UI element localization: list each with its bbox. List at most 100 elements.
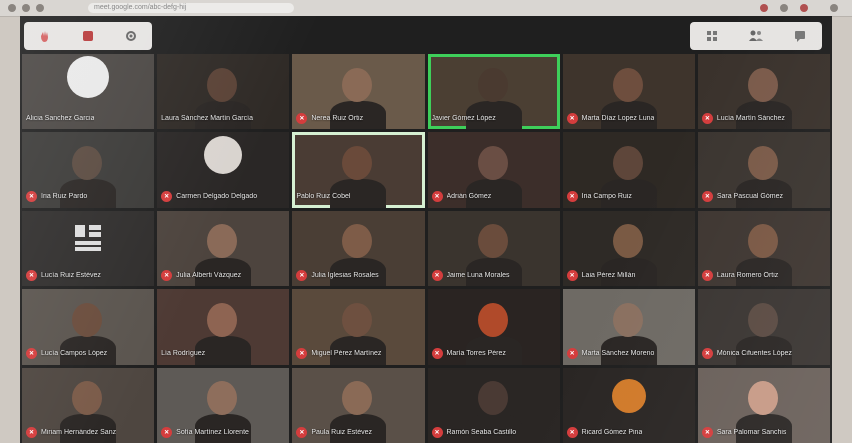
participant-tile[interactable]: ✕ Iria Ruiz Pardo [22,132,155,208]
participant-name: María Torres Pérez [446,350,506,358]
participant-face [747,224,778,259]
participant-face [72,145,103,180]
mic-muted-icon: ✕ [161,426,173,438]
participant-tile[interactable]: ✕ Sofía Martínez Llorente [157,367,290,443]
mic-muted-icon: ✕ [701,112,713,124]
participant-tile[interactable]: ✕ Laura Romero Ortiz [697,210,830,287]
participant-name-bar: ✕ Ramón Seaba Castillo [431,425,556,439]
reload-icon[interactable] [36,4,44,12]
settings-icon[interactable] [122,27,140,45]
participant-name-bar: ✕ Lucía Campos López [26,347,150,361]
participant-tile[interactable]: ✕ Sara Palomar Sanchis [697,367,830,443]
participant-name: Carmen Delgado Delgado [176,193,258,201]
participant-tile[interactable]: Pablo Ruiz Cobel [292,132,425,208]
participant-tile[interactable]: Laura Sánchez Martín García [157,54,290,130]
extension-icon[interactable] [760,4,768,12]
back-icon[interactable] [8,4,16,12]
participant-name: Miguel Pérez Martínez [311,350,382,358]
participant-tile[interactable]: ✕ Julia Iglesias Rosales [292,210,425,287]
participant-tile[interactable]: ✕ Lucía Ruiz Estévez [22,210,155,287]
participant-tile[interactable]: Alicia Sanchez Garcia [22,54,155,130]
participant-tile[interactable]: ✕ Lucía Campos López [22,289,155,365]
participant-tile[interactable]: ✕ Julia Alberti Vázquez [157,210,290,287]
participant-name: Mónica Cifuentes López [716,350,792,358]
mic-muted-icon: ✕ [431,426,443,438]
mic-muted-icon: ✕ [296,112,308,124]
mic-muted-icon: ✕ [701,426,713,438]
participant-name-bar: ✕ Paula Ruiz Estévez [296,425,420,439]
participant-name: Sara Pascual Gómez [716,193,783,201]
menu-icon[interactable] [830,4,838,12]
participant-face [612,145,643,180]
participant-name: Adrián Gómez [446,193,492,201]
participant-tile[interactable]: ✕ Mónica Cifuentes López [697,289,830,365]
participant-name: Iria Ruiz Pardo [41,193,88,201]
participant-tile[interactable]: ✕ Laia Pérez Millán [562,210,695,287]
participant-face [207,302,238,337]
participant-name: Laura Romero Ortiz [716,271,779,279]
participant-name-bar: ✕ Ricard Gómez Pina [566,425,691,439]
participant-name: Marta Sánchez Moreno [581,350,655,358]
participant-face [747,302,778,337]
participant-face [342,145,373,180]
chat-icon[interactable] [791,27,809,45]
participant-name-bar: ✕ Miguel Pérez Martínez [296,347,420,361]
participant-tile[interactable]: ✕ Jaime Luna Morales [427,210,560,287]
mic-muted-icon: ✕ [701,348,713,360]
participant-grid: Alicia Sanchez Garcia Laura Sánchez Martí… [20,54,832,443]
participant-name-bar: ✕ Lucía Ruiz Estévez [26,268,150,282]
participant-name: Nerea Ruiz Ortiz [311,114,364,122]
participant-name-bar: ✕ Mónica Cifuentes López [701,347,826,361]
participant-tile[interactable]: Lía Rodríguez [157,289,290,365]
extension-icon[interactable] [800,4,808,12]
address-bar[interactable]: meet.google.com/abc-defg-hij [88,3,294,13]
participant-name: Ricard Gómez Pina [581,428,643,436]
mic-muted-icon: ✕ [296,426,308,438]
participant-tile[interactable]: ✕ Ricard Gómez Pina [562,367,695,443]
participant-tile[interactable]: ✕ Paula Ruiz Estévez [292,367,425,443]
record-icon[interactable] [79,27,97,45]
participant-tile[interactable]: ✕ Marta Díaz Lopez Luna [562,54,695,130]
mic-muted-icon: ✕ [26,269,37,281]
participant-name: Laia Pérez Millán [581,271,636,279]
participant-tile[interactable]: ✕ Carmen Delgado Delgado [157,132,290,208]
browser-bar: meet.google.com/abc-defg-hij [0,0,852,17]
participant-tile[interactable]: ✕ Lucía Martín Sánchez [697,54,830,130]
people-icon[interactable] [747,27,765,45]
participant-face [612,67,643,102]
participant-name: Miriam Hernández Sanz [41,428,117,436]
participant-name-bar: ✕ Sara Pascual Gómez [701,190,826,204]
participant-tile[interactable]: ✕ Nerea Ruiz Ortiz [292,54,425,130]
toolbar-left-group [24,22,152,50]
participant-name: Jaime Luna Morales [446,271,510,279]
extension-icon[interactable] [780,4,788,12]
participant-tile[interactable]: ✕ Miguel Pérez Martínez [292,289,425,365]
mic-muted-icon: ✕ [26,348,37,360]
participant-face [747,381,778,416]
mic-muted-icon: ✕ [431,191,443,203]
participant-face [207,224,238,259]
participant-name: Marta Díaz Lopez Luna [581,114,655,122]
participant-tile[interactable]: ✕ Adrián Gómez [427,132,560,208]
participant-face [477,67,508,102]
participant-name-bar: ✕ Sofía Martínez Llorente [161,425,285,439]
participant-tile[interactable]: ✕ Ramón Seaba Castillo [427,367,560,443]
mic-muted-icon: ✕ [26,191,37,203]
participant-tile[interactable]: ✕ Sara Pascual Gómez [697,132,830,208]
participant-name-bar: ✕ Miriam Hernández Sanz [26,425,150,439]
participant-name-bar: ✕ Laia Pérez Millán [566,268,691,282]
participant-tile[interactable]: ✕ María Torres Pérez [427,289,560,365]
mic-muted-icon: ✕ [161,191,173,203]
participant-tile[interactable]: ✕ Iria Campo Ruiz [562,132,695,208]
participant-tile[interactable]: Javier Gómez López [427,54,560,130]
participant-name: Ramón Seaba Castillo [446,428,517,436]
participant-tile[interactable]: ✕ Marta Sánchez Moreno [562,289,695,365]
participant-name-bar: Lía Rodríguez [161,347,285,361]
participant-name-bar: ✕ Marta Sánchez Moreno [566,347,691,361]
grid-view-icon[interactable] [703,27,721,45]
participant-tile[interactable]: ✕ Miriam Hernández Sanz [22,367,155,443]
hand-icon[interactable] [36,27,54,45]
forward-icon[interactable] [22,4,30,12]
participant-face [342,224,373,259]
participant-name-bar: ✕ Laura Romero Ortiz [701,268,826,282]
